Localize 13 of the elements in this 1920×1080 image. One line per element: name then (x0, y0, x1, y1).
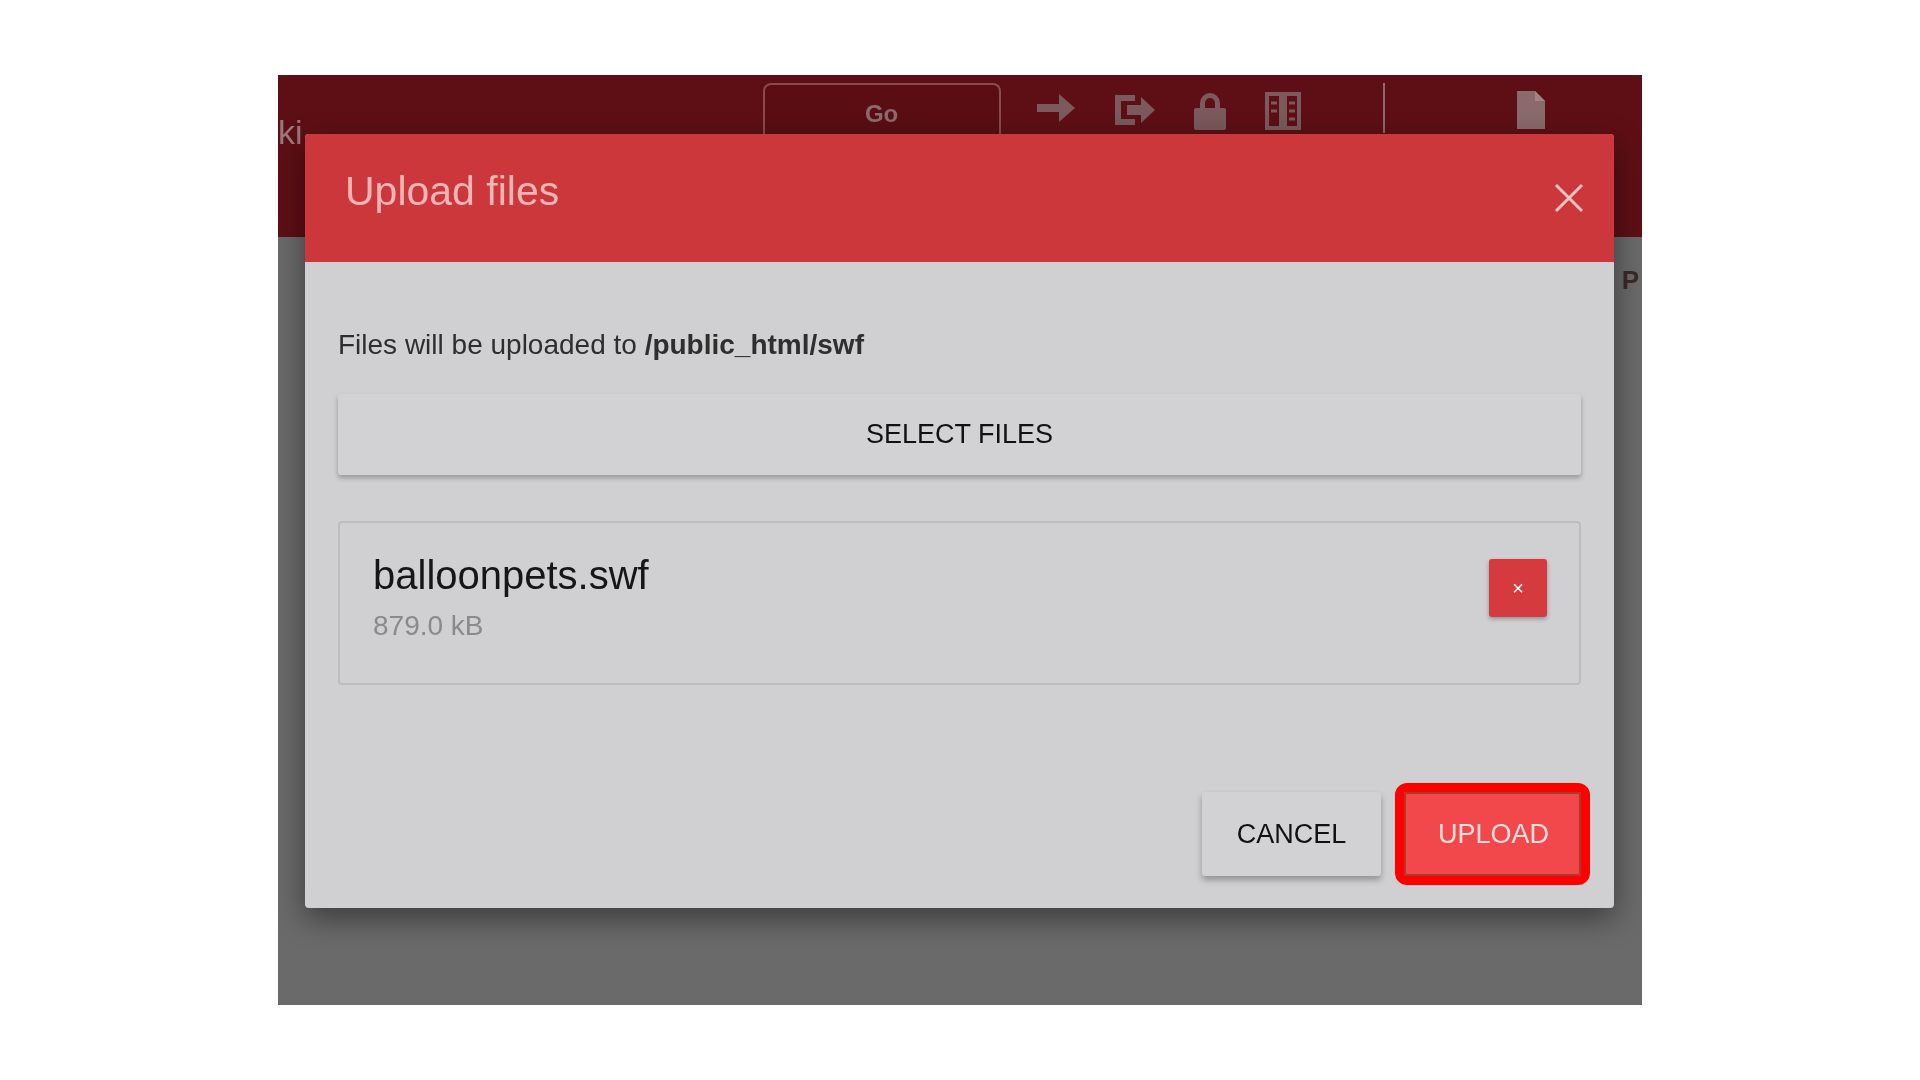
go-button[interactable]: Go (762, 83, 1001, 134)
archive-icon[interactable] (1262, 91, 1303, 131)
file-name: balloonpets.swf (373, 553, 649, 597)
select-files-button[interactable]: SELECT FILES (338, 394, 1581, 475)
remove-file-button[interactable]: × (1489, 559, 1547, 617)
partial-label: ki (278, 112, 303, 153)
file-size: 879.0 kB (373, 609, 485, 643)
arrow-icon[interactable] (1034, 91, 1077, 125)
partial-label: P (1621, 265, 1639, 297)
cancel-button[interactable]: CANCEL (1202, 792, 1381, 876)
close-icon[interactable] (1554, 183, 1584, 213)
destination-text: Files will be uploaded to /public_html/swf (338, 328, 865, 362)
dialog-title: Upload files (345, 167, 560, 217)
